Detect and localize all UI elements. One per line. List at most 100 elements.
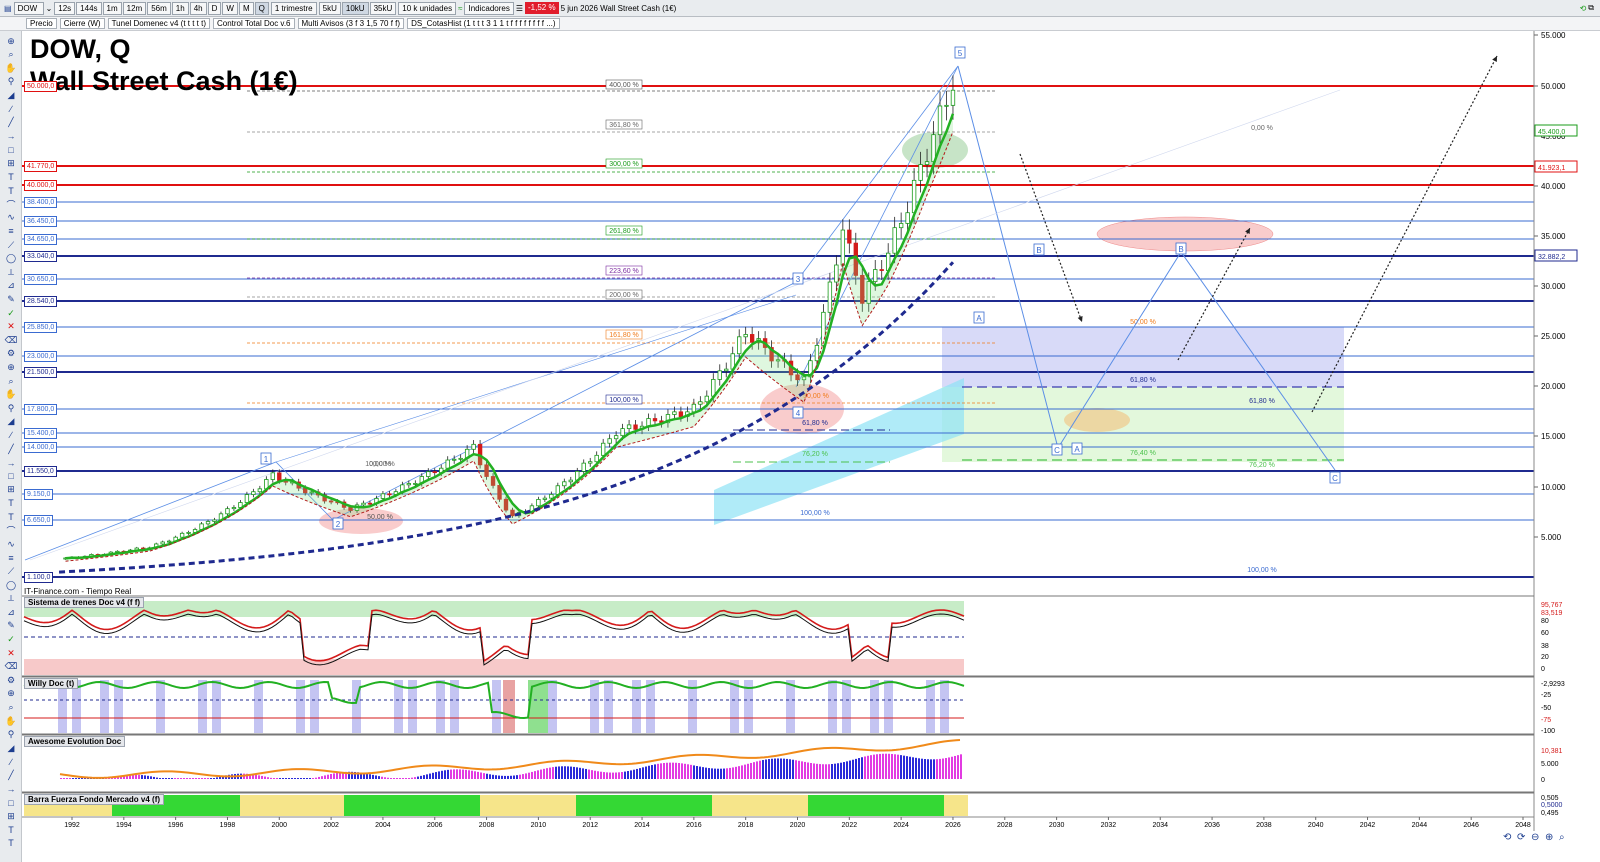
price-candle[interactable]: [471, 443, 476, 450]
timeframe-56m[interactable]: 56m: [147, 1, 171, 15]
overlay-item[interactable]: Cierre (W): [59, 18, 105, 29]
price-candle[interactable]: [160, 541, 165, 545]
price-candle[interactable]: [179, 532, 185, 538]
price-candle[interactable]: [426, 471, 431, 477]
price-level-label[interactable]: 14.000,0: [24, 442, 58, 453]
price-level-label[interactable]: 6.650,0: [24, 515, 54, 526]
price-level-label[interactable]: 40.000,0: [24, 180, 58, 191]
overlay-item[interactable]: Multi Avisos (3 f 3 1,5 70 f f): [297, 18, 405, 29]
zoom-icon[interactable]: ⌕: [4, 701, 18, 713]
price-level-label[interactable]: 9.150,0: [24, 489, 54, 500]
price-candle[interactable]: [944, 104, 949, 107]
text-icon[interactable]: T: [4, 497, 18, 509]
crosshair-icon[interactable]: ⊕: [4, 688, 18, 700]
price-candle[interactable]: [847, 229, 852, 244]
price-level-label[interactable]: 25.850,0: [24, 322, 58, 333]
panel-title-willy[interactable]: Willy Doc (t): [24, 678, 79, 689]
triangle-icon[interactable]: ◢: [4, 89, 18, 101]
price-candle[interactable]: [251, 491, 256, 495]
price-candle[interactable]: [905, 212, 910, 224]
wave-icon[interactable]: ∿: [4, 538, 18, 550]
timeframe-12s[interactable]: 12s: [54, 1, 76, 15]
price-candle[interactable]: [633, 424, 638, 430]
symbol-selector[interactable]: DOW: [13, 1, 44, 15]
units-select[interactable]: 10 k unidades: [398, 1, 457, 15]
price-level-label[interactable]: 34.650,0: [24, 234, 58, 245]
grid-icon[interactable]: ⊞: [4, 810, 18, 822]
list-icon[interactable]: ☰: [516, 4, 523, 13]
timeframe-q[interactable]: Q: [254, 1, 269, 15]
text-icon[interactable]: T: [4, 171, 18, 183]
pencil-icon[interactable]: ✎: [4, 620, 18, 632]
price-candle[interactable]: [387, 493, 392, 496]
price-candle[interactable]: [620, 428, 625, 437]
channel-icon[interactable]: ≡: [4, 225, 18, 237]
price-candle[interactable]: [244, 494, 250, 503]
price-candle[interactable]: [600, 442, 606, 456]
price-candle[interactable]: [588, 461, 593, 464]
magnet-icon[interactable]: ⚲: [4, 76, 18, 88]
price-candle[interactable]: [581, 462, 586, 472]
panel-title-awesome[interactable]: Awesome Evolution Doc: [24, 736, 126, 747]
zoom-icon[interactable]: ⌕: [4, 49, 18, 61]
price-candle[interactable]: [186, 532, 191, 534]
price-candle[interactable]: [277, 472, 282, 481]
price-level-label[interactable]: 50.000,0: [24, 81, 58, 92]
overlay-item[interactable]: Control Total Doc v.6: [212, 18, 295, 29]
price-candle[interactable]: [626, 424, 632, 430]
fibonacci-icon[interactable]: ⊿: [4, 280, 18, 292]
check-icon[interactable]: ✓: [4, 633, 18, 645]
ray-icon[interactable]: ⟋: [4, 565, 18, 577]
text-icon[interactable]: T: [4, 837, 18, 849]
price-level-label[interactable]: 28.540,0: [24, 296, 58, 307]
timeframe-12m[interactable]: 12m: [122, 1, 147, 15]
price-candle[interactable]: [380, 493, 386, 499]
price-candle[interactable]: [743, 334, 748, 338]
price-candle[interactable]: [536, 499, 541, 507]
crosshair-icon[interactable]: ⊕: [4, 35, 18, 47]
settings-icon[interactable]: ⚙: [4, 674, 18, 686]
overlay-item[interactable]: Precio: [26, 18, 57, 29]
price-candle[interactable]: [678, 411, 684, 418]
price-candle[interactable]: [406, 483, 412, 486]
tick-button-5ku[interactable]: 5kU: [318, 1, 341, 15]
ray-icon[interactable]: ⟋: [4, 239, 18, 251]
fibonacci-icon[interactable]: ⊿: [4, 606, 18, 618]
price-candle[interactable]: [361, 502, 366, 506]
line-icon[interactable]: ∕: [4, 756, 18, 768]
price-candle[interactable]: [717, 370, 722, 380]
price-candle[interactable]: [724, 368, 729, 372]
zoom-icon[interactable]: ⌕: [4, 375, 18, 387]
tick-button-10ku[interactable]: 10kU: [341, 1, 369, 15]
price-candle[interactable]: [652, 418, 658, 422]
close-icon[interactable]: ✕: [4, 647, 18, 659]
rectangle-icon[interactable]: □: [4, 470, 18, 482]
overlay-item[interactable]: DS_CotasHist (1 t t t 3 1 1 t f f f f f …: [407, 18, 560, 29]
price-candle[interactable]: [892, 227, 897, 254]
pencil-icon[interactable]: ✎: [4, 293, 18, 305]
timeframe-1m[interactable]: 1m: [102, 1, 122, 15]
price-candle[interactable]: [445, 459, 450, 469]
price-candle[interactable]: [607, 438, 612, 444]
crosshair-icon[interactable]: ⊕: [4, 361, 18, 373]
text-icon[interactable]: T: [4, 824, 18, 836]
price-candle[interactable]: [937, 105, 943, 136]
price-candle[interactable]: [562, 481, 567, 487]
arrow-icon[interactable]: →: [4, 130, 18, 142]
price-candle[interactable]: [432, 471, 437, 474]
grid-icon[interactable]: ⊞: [4, 484, 18, 496]
price-candle[interactable]: [950, 89, 956, 106]
price-candle[interactable]: [704, 395, 709, 403]
zoom-control-icon[interactable]: ⊕: [1545, 832, 1553, 843]
price-candle[interactable]: [827, 281, 833, 313]
zoom-control-icon[interactable]: ⌕: [1559, 832, 1565, 843]
triangle-icon[interactable]: ◢: [4, 742, 18, 754]
arrow-icon[interactable]: →: [4, 457, 18, 469]
timeframe-1h[interactable]: 1h: [171, 1, 189, 15]
tick-button-35ku[interactable]: 35kU: [369, 1, 397, 15]
zoom-control-icon[interactable]: ⊖: [1531, 832, 1539, 843]
arc-icon[interactable]: ⌒: [4, 198, 18, 210]
price-candle[interactable]: [452, 458, 457, 461]
wave-icon[interactable]: ∿: [4, 212, 18, 224]
price-level-label[interactable]: 41.770,0: [24, 161, 58, 172]
